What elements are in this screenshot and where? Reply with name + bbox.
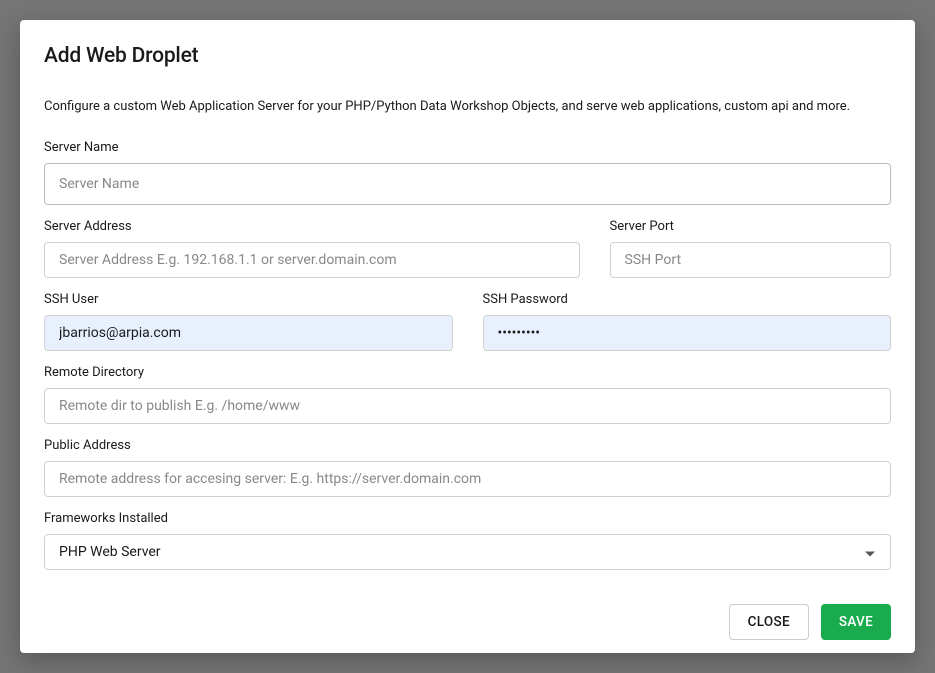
server-address-group: Server Address <box>44 219 580 278</box>
public-address-input[interactable] <box>44 461 891 497</box>
server-name-group: Server Name <box>44 140 891 205</box>
modal-title: Add Web Droplet <box>44 44 891 68</box>
modal-description: Configure a custom Web Application Serve… <box>44 98 891 116</box>
modal-footer: CLOSE SAVE <box>44 604 891 640</box>
remote-directory-input[interactable] <box>44 388 891 424</box>
save-button[interactable]: SAVE <box>821 604 891 640</box>
ssh-user-group: SSH User <box>44 292 453 351</box>
server-port-group: Server Port <box>610 219 891 278</box>
server-port-label: Server Port <box>610 219 891 234</box>
server-address-input[interactable] <box>44 242 580 278</box>
frameworks-select[interactable] <box>44 534 891 570</box>
ssh-password-group: SSH Password <box>483 292 892 351</box>
server-address-label: Server Address <box>44 219 580 234</box>
ssh-user-label: SSH User <box>44 292 453 307</box>
add-web-droplet-modal: Add Web Droplet Configure a custom Web A… <box>20 20 915 653</box>
remote-directory-group: Remote Directory <box>44 365 891 424</box>
frameworks-select-wrapper[interactable] <box>44 534 891 570</box>
server-name-label: Server Name <box>44 140 891 155</box>
server-name-input[interactable] <box>44 163 891 205</box>
ssh-user-input[interactable] <box>44 315 453 351</box>
ssh-password-label: SSH Password <box>483 292 892 307</box>
remote-directory-label: Remote Directory <box>44 365 891 380</box>
public-address-group: Public Address <box>44 438 891 497</box>
frameworks-label: Frameworks Installed <box>44 511 891 526</box>
ssh-password-input[interactable] <box>483 315 892 351</box>
server-port-input[interactable] <box>610 242 891 278</box>
close-button[interactable]: CLOSE <box>729 604 809 640</box>
frameworks-group: Frameworks Installed <box>44 511 891 570</box>
modal-form-content: Configure a custom Web Application Serve… <box>44 98 891 584</box>
public-address-label: Public Address <box>44 438 891 453</box>
